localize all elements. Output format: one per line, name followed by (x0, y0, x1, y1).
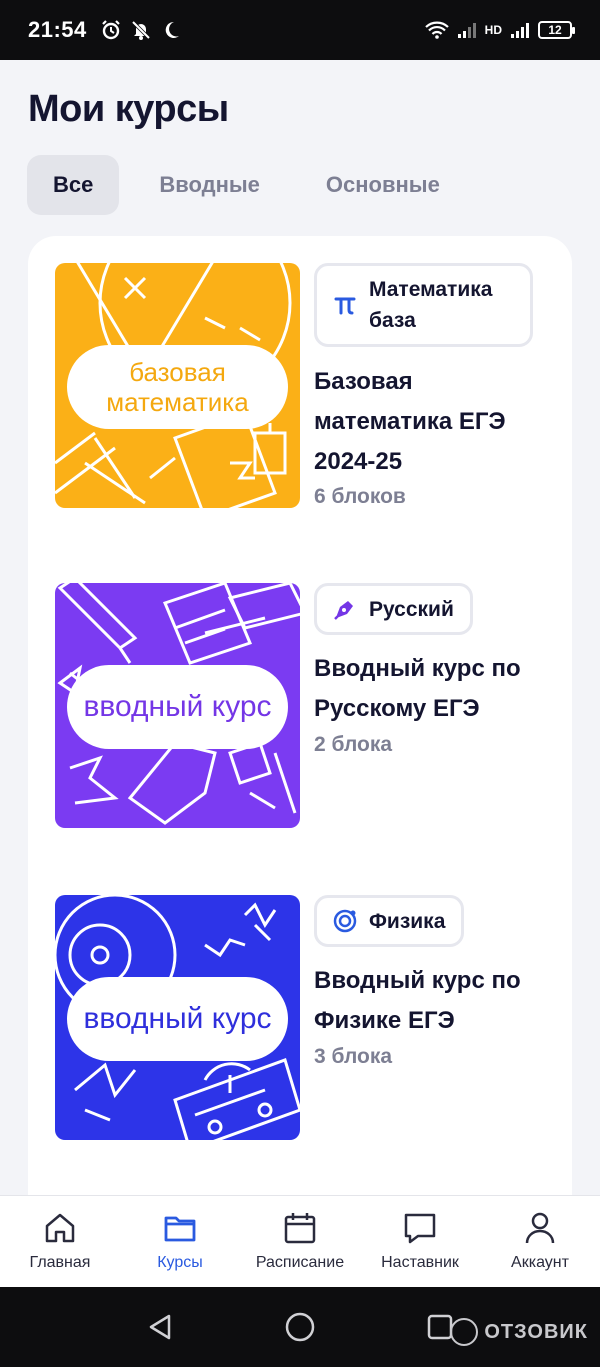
course-title: Вводный курс по Русскому ЕГЭ (314, 655, 521, 722)
app-content: Мои курсы Все Вводные Основные базовая м… (0, 60, 600, 1195)
course-item-russian[interactable]: вводный курс Русский Вводный курс по Рус… (55, 583, 545, 828)
folder-icon (162, 1210, 198, 1246)
tab-all[interactable]: Все (27, 155, 120, 215)
course-title: Вводный курс по Физике ЕГЭ (314, 967, 521, 1034)
home-button-icon[interactable] (280, 1307, 320, 1347)
course-thumbnail: вводный курс (55, 895, 300, 1140)
nav-label: Расписание (255, 1254, 345, 1271)
moon-icon (165, 21, 179, 38)
course-blocks-count: 6 блоков (314, 485, 406, 508)
nav-account[interactable]: Аккаунт (480, 1196, 600, 1287)
thumbnail-label: вводный курс (67, 665, 288, 749)
course-blocks-count: 3 блока (314, 1045, 393, 1068)
user-icon (522, 1210, 558, 1246)
tab-main[interactable]: Основные (300, 155, 466, 215)
status-left-icons (101, 20, 181, 40)
subject-label: Физика (369, 909, 446, 933)
nav-schedule[interactable]: Расписание (240, 1196, 360, 1287)
watermark: ОТЗОВИК (450, 1318, 588, 1346)
network-type: HD (484, 23, 502, 37)
calendar-icon (282, 1210, 318, 1246)
course-thumbnail: базовая математика (55, 263, 300, 508)
nav-mentor[interactable]: Наставник (360, 1196, 480, 1287)
course-blocks-count: 2 блока (314, 733, 393, 756)
battery-icon: 12 (538, 21, 575, 39)
courses-card: базовая математика Математика база Базов… (28, 236, 572, 1195)
signal-icon-2 (511, 23, 529, 38)
course-filter-tabs: Все Вводные Основные (27, 155, 466, 215)
nav-courses[interactable]: Курсы (120, 1196, 240, 1287)
page-title: Мои курсы (28, 88, 229, 130)
nav-label: Наставник (381, 1254, 459, 1271)
alarm-icon (102, 20, 120, 40)
thumbnail-label: вводный курс (67, 977, 288, 1061)
nav-label: Аккаунт (511, 1254, 569, 1271)
pi-icon (331, 291, 359, 319)
wifi-icon (424, 21, 449, 39)
nav-home[interactable]: Главная (0, 1196, 120, 1287)
nav-label: Курсы (157, 1254, 203, 1271)
tab-intro[interactable]: Вводные (133, 155, 286, 215)
subject-badge-physics: Физика (314, 895, 465, 947)
home-icon (42, 1210, 78, 1246)
course-title: Базовая математика ЕГЭ 2024-25 (314, 368, 506, 475)
mute-icon (131, 20, 151, 40)
status-bar: 21:54 HD 12 (0, 0, 600, 60)
atom-icon (331, 907, 359, 935)
status-right-icons: HD 12 (424, 21, 575, 39)
thumbnail-label: базовая математика (67, 345, 288, 429)
battery-level: 12 (548, 23, 562, 37)
chat-icon (402, 1210, 438, 1246)
subject-badge-russian: Русский (314, 583, 473, 635)
back-icon[interactable] (140, 1307, 180, 1347)
course-item-physics[interactable]: вводный курс Физика Вводный курс по Физи… (55, 895, 545, 1140)
subject-label: Математика база (369, 278, 493, 332)
subject-label: Русский (369, 597, 454, 621)
nav-label: Главная (29, 1254, 91, 1271)
course-item-math[interactable]: базовая математика Математика база Базов… (55, 263, 545, 508)
watermark-text: ОТЗОВИК (484, 1320, 588, 1343)
watermark-logo-icon (450, 1318, 479, 1346)
signal-icon (457, 23, 476, 38)
status-time: 21:54 (28, 17, 87, 42)
subject-badge-math: Математика база (314, 263, 533, 347)
bottom-navigation: Главная Курсы Расписание Наставник Аккау… (0, 1195, 600, 1287)
pen-icon (331, 595, 359, 623)
course-thumbnail: вводный курс (55, 583, 300, 828)
